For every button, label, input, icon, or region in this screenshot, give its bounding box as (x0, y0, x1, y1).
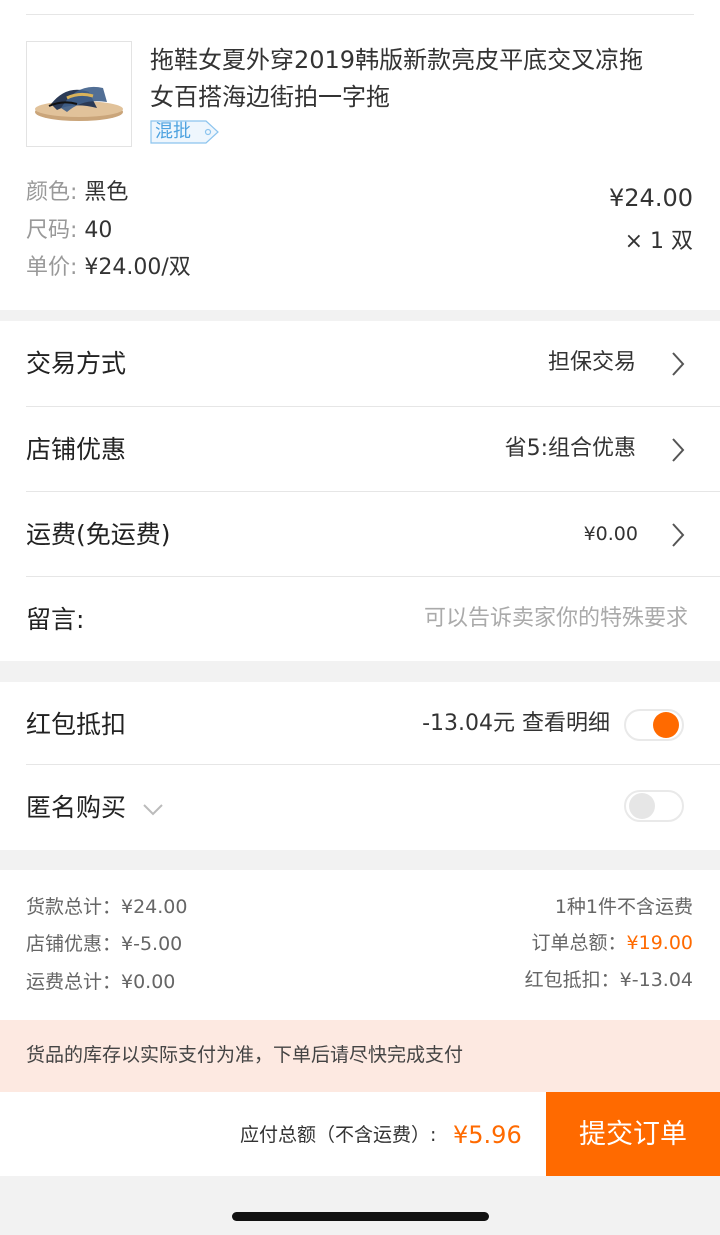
trade-method-row[interactable]: 交易方式 担保交易 (0, 321, 720, 406)
redpacket-toggle[interactable] (624, 709, 684, 741)
message-row: 留言: 可以告诉卖家你的特殊要求 (0, 577, 720, 661)
mixed-batch-badge: 混批 (150, 120, 220, 144)
color-spec: 颜色: 黑色 (26, 182, 128, 204)
size-value: 40 (84, 218, 113, 243)
product-quantity: × 1 双 (624, 229, 693, 254)
shipping-label: 运费(免运费) (26, 520, 171, 549)
redpacket-detail-link[interactable]: -13.04元 查看明细 (422, 713, 610, 735)
anonymous-label: 匿名购买 (26, 793, 127, 822)
stock-notice-text: 货品的库存以实际支付为准，下单后请尽快完成支付 (26, 1044, 464, 1066)
chevron-right-icon (672, 438, 685, 462)
chevron-right-icon (672, 523, 685, 547)
redpacket-deduction: 红包抵扣：¥-13.04 (524, 969, 693, 991)
product-card: 拖鞋女夏外穿2019韩版新款亮皮平底交叉凉拖 女百搭海边街拍一字拖 混批 颜色:… (0, 0, 720, 310)
size-spec: 尺码: 40 (26, 220, 112, 242)
unit-price-value: ¥24.00/双 (84, 255, 191, 280)
payable-label: 应付总额（不含运费）: (240, 1124, 437, 1146)
sandal-image (35, 86, 123, 121)
payment-options: 红包抵扣 -13.04元 查看明细 匿名购买 (0, 682, 720, 850)
order-total-label: 订单总额： (531, 932, 627, 954)
home-indicator (232, 1212, 489, 1221)
size-label: 尺码: (26, 218, 85, 243)
message-label: 留言: (26, 605, 85, 634)
shipping-total: 运费总计：¥0.00 (26, 971, 176, 993)
product-price: ¥24.00 (609, 184, 693, 212)
submit-order-button[interactable]: 提交订单 (546, 1092, 720, 1176)
goods-total: 货款总计：¥24.00 (26, 896, 188, 918)
color-label: 颜色: (26, 180, 85, 205)
trade-method-value: 担保交易 (547, 350, 636, 375)
anonymous-row: 匿名购买 (0, 765, 720, 850)
product-title-line1[interactable]: 拖鞋女夏外穿2019韩版新款亮皮平底交叉凉拖 (150, 48, 643, 72)
shop-discount-label: 店铺优惠 (26, 435, 127, 464)
order-total: 订单总额：¥19.00 (532, 934, 694, 953)
divider (26, 14, 694, 15)
shop-discount-row[interactable]: 店铺优惠 省5:组合优惠 (0, 407, 720, 492)
anonymous-toggle[interactable] (624, 790, 684, 822)
unit-price-label: 单价: (26, 255, 85, 280)
redpacket-row: 红包抵扣 -13.04元 查看明细 (0, 682, 720, 765)
unit-price-spec: 单价: ¥24.00/双 (26, 257, 191, 279)
message-input[interactable]: 可以告诉卖家你的特殊要求 (424, 608, 688, 630)
shop-discount-value: 省5:组合优惠 (504, 436, 636, 461)
toggle-knob (653, 712, 679, 738)
shipping-row[interactable]: 运费(免运费) ¥0.00 (0, 492, 720, 577)
product-title-line2[interactable]: 女百搭海边街拍一字拖 (150, 85, 390, 109)
chevron-down-icon[interactable] (142, 803, 164, 817)
badge-label: 混批 (155, 121, 191, 142)
stock-notice: 货品的库存以实际支付为准，下单后请尽快完成支付 (0, 1020, 720, 1092)
product-image[interactable] (26, 41, 132, 147)
toggle-knob (629, 793, 655, 819)
redpacket-label: 红包抵扣 (26, 710, 127, 739)
chevron-right-icon (672, 352, 685, 376)
color-value: 黑色 (84, 180, 129, 205)
submit-order-label: 提交订单 (579, 1119, 687, 1150)
item-count-note: 1种1件不含运费 (554, 896, 693, 918)
shipping-value: ¥0.00 (583, 523, 638, 545)
checkout-bar: 应付总额（不含运费）: ¥5.96 提交订单 (0, 1092, 720, 1176)
shop-discount-total: 店铺优惠：¥-5.00 (26, 933, 183, 955)
trade-method-label: 交易方式 (26, 349, 127, 378)
order-summary: 货款总计：¥24.00 店铺优惠：¥-5.00 运费总计：¥0.00 1种1件不… (0, 870, 720, 1020)
payable-amount: ¥5.96 (453, 1121, 522, 1149)
order-options: 交易方式 担保交易 店铺优惠 省5:组合优惠 运费(免运费) ¥0.00 留言:… (0, 321, 720, 661)
order-total-value: ¥19.00 (626, 932, 693, 954)
